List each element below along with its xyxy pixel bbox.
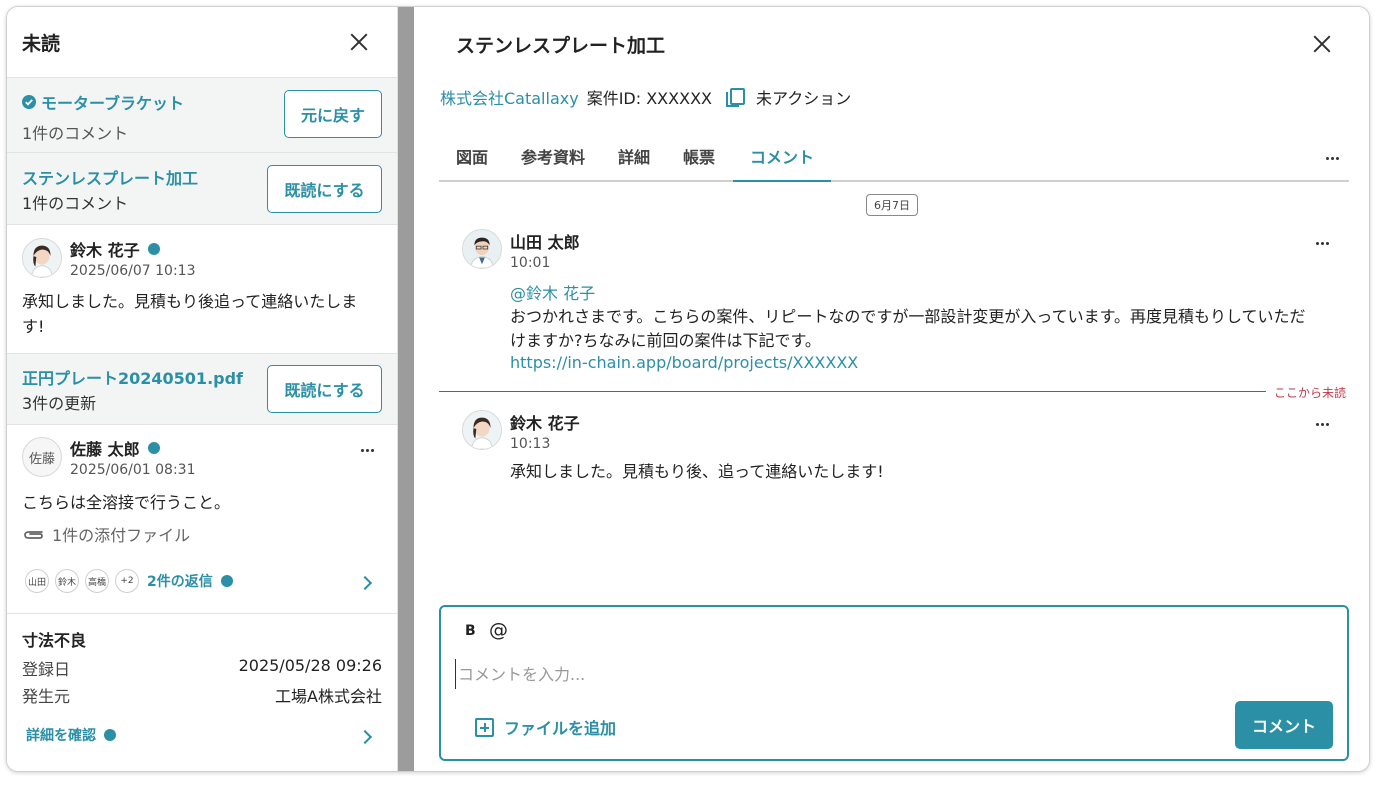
- issue-item[interactable]: 寸法不良 登録日 2025/05/28 09:26 発生元 工場A株式会社 詳細…: [7, 613, 397, 769]
- add-file-button[interactable]: ファイルを追加: [475, 715, 616, 739]
- mark-read-button[interactable]: 既読にする: [267, 165, 382, 213]
- notification-item[interactable]: モーターブラケット 1件のコメント 元に戻す: [7, 77, 397, 152]
- replier-avatar: 高橋: [85, 569, 109, 593]
- project-meta: 株式会社Catallaxy 案件ID: XXXXXX 未アクション: [440, 85, 851, 109]
- person-photo-icon: [23, 239, 61, 277]
- undo-button[interactable]: 元に戻す: [284, 90, 382, 138]
- more-tabs-icon[interactable]: [1326, 157, 1339, 160]
- unread-dot: [147, 442, 160, 454]
- company-link[interactable]: 株式会社Catallaxy: [440, 85, 579, 109]
- close-unread-panel-icon[interactable]: [349, 32, 369, 52]
- source-value: 工場A株式会社: [275, 687, 382, 706]
- notification-title[interactable]: モーターブラケット: [41, 90, 184, 114]
- mention-button[interactable]: @: [489, 619, 508, 641]
- panel-resize-handle[interactable]: [398, 7, 414, 771]
- attachment-info[interactable]: 1件の添付ファイル: [22, 522, 190, 546]
- avatar: [462, 410, 502, 450]
- more-options-icon[interactable]: [361, 449, 374, 452]
- message-text-line1: おつかれさまです。こちらの案件、リピートなのですが一部設計変更が入っています。再…: [510, 307, 1306, 326]
- notification-subtitle: 1件のコメント: [22, 124, 129, 143]
- registered-date-label: 登録日: [22, 660, 71, 679]
- close-project-panel-icon[interactable]: [1312, 34, 1332, 54]
- author-name: 鈴木 花子: [510, 414, 580, 433]
- bold-button[interactable]: B: [465, 623, 476, 639]
- mention[interactable]: @鈴木 花子: [510, 280, 595, 304]
- unread-dot: [104, 729, 116, 741]
- notification-subtitle: 3件の更新: [22, 394, 97, 413]
- date-separator: 6月7日: [866, 194, 918, 216]
- add-file-label: ファイルを追加: [504, 719, 617, 738]
- unread-panel-title: 未読: [22, 33, 61, 55]
- source-label: 発生元: [22, 687, 71, 706]
- avatar: 佐藤: [22, 437, 62, 477]
- message-text: 承知しました。見積もり後、追って連絡いたします!: [510, 462, 884, 481]
- comment-composer: B @ ファイルを追加 コメント: [439, 605, 1349, 761]
- paperclip-icon: [24, 531, 43, 539]
- notification-title[interactable]: ステンレスプレート加工: [22, 165, 198, 189]
- app-window: 未読 モーターブラケット 1件のコメント 元に戻す ステンレスプレート加工 1件…: [6, 6, 1370, 772]
- unread-divider-label: ここから未読: [1274, 386, 1347, 400]
- message-time: 10:01: [510, 255, 551, 271]
- tab-comments[interactable]: コメント: [733, 145, 831, 182]
- person-photo-icon: [463, 230, 501, 268]
- tab-references[interactable]: 参考資料: [519, 145, 587, 182]
- unread-panel-header: 未読: [7, 7, 397, 77]
- project-panel: ステンレスプレート加工 株式会社Catallaxy 案件ID: XXXXXX 未…: [414, 7, 1369, 771]
- tab-documents[interactable]: 帳票: [682, 145, 716, 182]
- author-name: 山田 太郎: [510, 233, 580, 252]
- copy-icon[interactable]: [726, 88, 745, 107]
- comment-item[interactable]: 鈴木 花子 2025/06/07 10:13 承知しました。見積もり後追って連絡…: [7, 224, 397, 353]
- unread-panel: 未読 モーターブラケット 1件のコメント 元に戻す ステンレスプレート加工 1件…: [7, 7, 398, 771]
- chevron-right-icon[interactable]: [357, 575, 373, 591]
- comment-timestamp: 2025/06/01 08:31: [70, 462, 196, 478]
- unread-dot: [147, 243, 160, 255]
- file-title[interactable]: 正円プレート20240501.pdf: [22, 365, 243, 389]
- replier-avatar: 山田: [25, 569, 49, 593]
- check-circle-icon: [22, 95, 36, 109]
- case-id: 案件ID: XXXXXX: [586, 89, 712, 108]
- message-text-line2: けますか?ちなみに前回の案件は下記です。: [510, 331, 821, 350]
- reply-summary[interactable]: 山田 鈴木 高橋 +2 2件の返信: [25, 569, 233, 593]
- replies-count[interactable]: 2件の返信: [147, 571, 213, 591]
- attachment-label: 1件の添付ファイル: [52, 526, 191, 545]
- notification-item[interactable]: 正円プレート20240501.pdf 3件の更新 既読にする: [7, 353, 397, 424]
- notification-item[interactable]: ステンレスプレート加工 1件のコメント 既読にする: [7, 152, 397, 224]
- mark-read-button[interactable]: 既読にする: [267, 365, 382, 413]
- unread-dot: [220, 575, 233, 587]
- more-options-icon[interactable]: [1316, 423, 1329, 426]
- replier-avatar: 鈴木: [55, 569, 79, 593]
- notification-subtitle: 1件のコメント: [22, 194, 129, 213]
- message-time: 10:13: [510, 436, 551, 452]
- submit-comment-button[interactable]: コメント: [1235, 701, 1333, 749]
- comment-item[interactable]: 佐藤 佐藤 太郎 2025/06/01 08:31 こちらは全溶接で行うこと。 …: [7, 424, 397, 613]
- unread-divider: [439, 391, 1266, 392]
- page-title: ステンレスプレート加工: [456, 35, 666, 57]
- tab-drawings[interactable]: 図面: [455, 145, 489, 182]
- avatar: [462, 229, 502, 269]
- chevron-right-icon[interactable]: [357, 729, 373, 745]
- author-name: 佐藤 太郎: [70, 440, 140, 459]
- issue-title: 寸法不良: [22, 631, 87, 650]
- tab-details[interactable]: 詳細: [617, 145, 651, 182]
- comment-input[interactable]: [455, 659, 1215, 689]
- tab-bar: 図面 参考資料 詳細 帳票 コメント: [439, 145, 1349, 182]
- add-square-icon: [475, 717, 494, 737]
- avatar: [22, 238, 62, 278]
- view-details-link[interactable]: 詳細を確認: [26, 725, 96, 745]
- project-link[interactable]: https://in-chain.app/board/projects/XXXX…: [510, 353, 858, 372]
- person-photo-icon: [463, 411, 501, 449]
- author-name: 鈴木 花子: [70, 241, 140, 260]
- status-badge: 未アクション: [756, 89, 852, 108]
- comment-text: 承知しました。見積もり後追って連絡いたします!: [22, 292, 358, 336]
- replier-more-avatar: +2: [115, 569, 139, 593]
- more-options-icon[interactable]: [1316, 242, 1329, 245]
- comment-text: こちらは全溶接で行うこと。: [22, 493, 231, 512]
- comment-timestamp: 2025/06/07 10:13: [70, 263, 196, 279]
- registered-date-value: 2025/05/28 09:26: [238, 656, 382, 675]
